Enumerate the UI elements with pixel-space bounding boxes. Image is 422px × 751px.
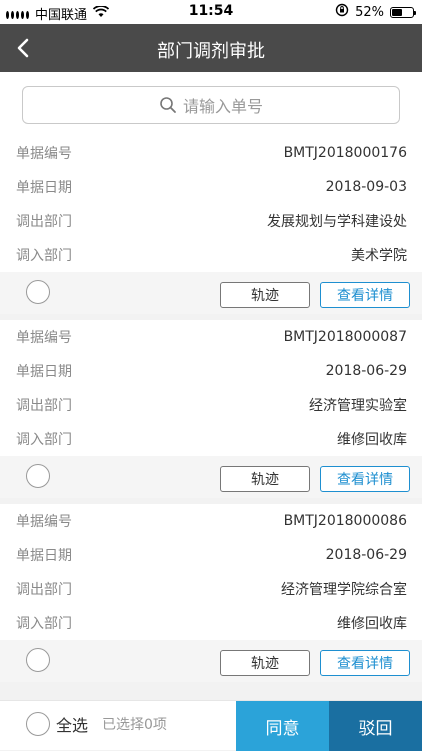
value-in-dept: 维修回收库 (337, 616, 407, 632)
approval-list: 单据编号 BMTJ2018000176 单据日期 2018-09-03 调出部门 发展… (0, 136, 422, 688)
list-item: 单据编号 BMTJ2018000086 单据日期 2018-06-29 调出部门 经济… (0, 504, 422, 682)
status-right: 52% (335, 3, 416, 21)
value-out-dept: 发展规划与学科建设处 (267, 214, 407, 230)
orientation-lock-icon (335, 3, 349, 21)
label-in-dept: 调入部门 (16, 616, 72, 632)
value-doc-no: BMTJ2018000087 (283, 329, 407, 345)
track-button[interactable]: 轨迹 (220, 650, 310, 676)
value-in-dept: 维修回收库 (337, 432, 407, 448)
label-doc-no: 单据编号 (16, 330, 72, 346)
label-in-dept: 调入部门 (16, 432, 72, 448)
row-doc-no: 单据编号 BMTJ2018000087 (0, 320, 422, 354)
search-icon (160, 97, 176, 113)
row-doc-no: 单据编号 BMTJ2018000176 (0, 136, 422, 170)
item-actions: 轨迹 查看详情 (0, 640, 422, 682)
track-button[interactable]: 轨迹 (220, 466, 310, 492)
label-out-dept: 调出部门 (16, 582, 72, 598)
select-radio[interactable] (26, 464, 50, 488)
row-out-dept: 调出部门 发展规划与学科建设处 (0, 204, 422, 238)
label-doc-date: 单据日期 (16, 364, 72, 380)
row-in-dept: 调入部门 维修回收库 (0, 422, 422, 456)
battery-percent: 52% (355, 4, 384, 20)
search-placeholder: 请输入单号 (182, 97, 263, 116)
value-doc-date: 2018-06-29 (325, 547, 407, 563)
list-item: 单据编号 BMTJ2018000176 单据日期 2018-09-03 调出部门 发展… (0, 136, 422, 314)
row-doc-no: 单据编号 BMTJ2018000086 (0, 504, 422, 538)
nav-bar: 部门调剂审批 (0, 24, 422, 72)
select-all-toggle[interactable]: 全选 已选择0项 (26, 712, 167, 736)
select-radio[interactable] (26, 280, 50, 304)
view-detail-button[interactable]: 查看详情 (320, 466, 410, 492)
row-doc-date: 单据日期 2018-06-29 (0, 538, 422, 572)
search-area: 请输入单号 (0, 72, 422, 136)
value-out-dept: 经济管理实验室 (309, 398, 407, 414)
label-doc-no: 单据编号 (16, 146, 72, 162)
select-all-label: 全选 (56, 716, 89, 735)
page-title: 部门调剂审批 (157, 41, 265, 62)
select-all-radio[interactable] (26, 712, 50, 736)
status-bar: 中国联通 11:54 52% (0, 0, 422, 24)
battery-fill (392, 8, 403, 16)
value-doc-date: 2018-09-03 (325, 179, 407, 195)
label-doc-date: 单据日期 (16, 180, 72, 196)
value-doc-no: BMTJ2018000176 (283, 145, 407, 161)
item-actions: 轨迹 查看详情 (0, 456, 422, 498)
label-out-dept: 调出部门 (16, 214, 72, 230)
search-input[interactable]: 请输入单号 (22, 86, 400, 124)
label-doc-date: 单据日期 (16, 548, 72, 564)
row-doc-date: 单据日期 2018-06-29 (0, 354, 422, 388)
row-out-dept: 调出部门 经济管理实验室 (0, 388, 422, 422)
battery-icon (390, 6, 416, 18)
row-in-dept: 调入部门 美术学院 (0, 238, 422, 272)
approve-button[interactable]: 同意 (236, 701, 329, 751)
value-doc-no: BMTJ2018000086 (283, 513, 407, 529)
track-button[interactable]: 轨迹 (220, 282, 310, 308)
label-out-dept: 调出部门 (16, 398, 72, 414)
value-in-dept: 美术学院 (351, 248, 407, 264)
row-in-dept: 调入部门 维修回收库 (0, 606, 422, 640)
reject-button[interactable]: 驳回 (329, 701, 422, 751)
row-doc-date: 单据日期 2018-09-03 (0, 170, 422, 204)
label-doc-no: 单据编号 (16, 514, 72, 530)
item-actions: 轨迹 查看详情 (0, 272, 422, 314)
row-out-dept: 调出部门 经济管理学院综合室 (0, 572, 422, 606)
value-out-dept: 经济管理学院综合室 (281, 582, 407, 598)
bottom-action-bar: 全选 已选择0项 同意 驳回 (0, 700, 422, 751)
view-detail-button[interactable]: 查看详情 (320, 650, 410, 676)
value-doc-date: 2018-06-29 (325, 363, 407, 379)
view-detail-button[interactable]: 查看详情 (320, 282, 410, 308)
label-in-dept: 调入部门 (16, 248, 72, 264)
list-item: 单据编号 BMTJ2018000087 单据日期 2018-06-29 调出部门 经济… (0, 320, 422, 498)
selected-count: 已选择0项 (102, 717, 167, 733)
select-radio[interactable] (26, 648, 50, 672)
